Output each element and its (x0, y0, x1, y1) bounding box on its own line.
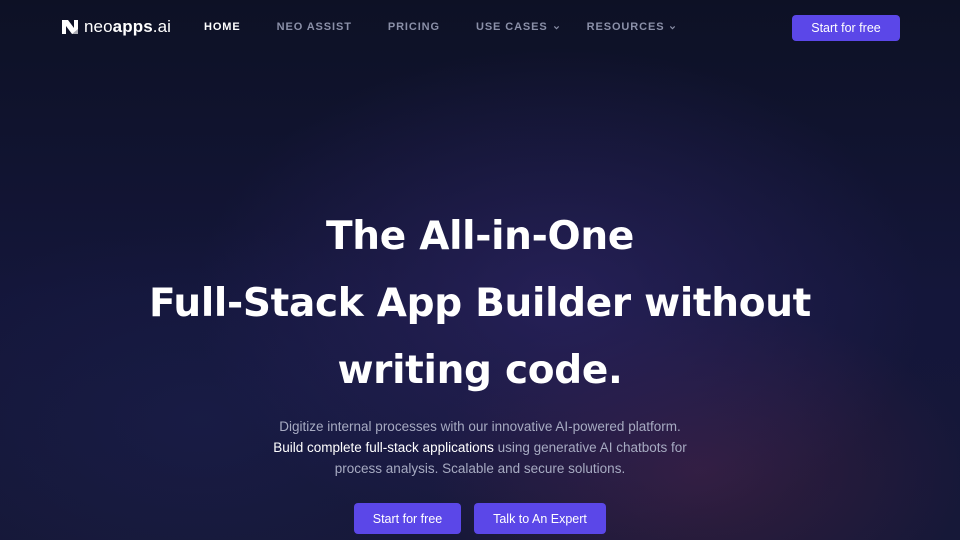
chevron-down-icon (553, 25, 559, 29)
hero-subtitle-line-3: process analysis. Scalable and secure so… (334, 461, 626, 476)
start-for-free-button[interactable]: Start for free (354, 503, 461, 534)
nav-resources[interactable]: RESOURCES (587, 21, 677, 33)
nav-use-cases[interactable]: USE CASES (476, 21, 560, 33)
nav-home-label: HOME (204, 21, 241, 33)
hero-title: The All-in-One Full-Stack App Builder wi… (0, 203, 960, 404)
nav-pricing-label: PRICING (387, 21, 440, 33)
logo-text-light: neo (84, 17, 113, 36)
nav-neo-assist-label: NEO ASSIST (276, 21, 352, 33)
logo-link[interactable]: neoapps.ai (60, 16, 171, 38)
hero-title-line-2: Full-Stack App Builder without (148, 281, 812, 326)
logo-text-suffix: .ai (152, 17, 172, 36)
hero-buttons: Start for free Talk to An Expert (0, 503, 960, 534)
hero-subtitle-line-1: Digitize internal processes with our inn… (279, 419, 681, 434)
hero-subtitle-highlight: Build complete full-stack applications (273, 440, 494, 455)
hero-title-line-3: writing code. (337, 348, 623, 393)
hero-title-line-1: The All-in-One (326, 214, 634, 259)
hero-subtitle: Digitize internal processes with our inn… (0, 416, 960, 479)
logo-wordmark: neoapps.ai (84, 17, 171, 37)
logo-text-bold: apps (112, 17, 153, 36)
neoapps-logo-icon (62, 20, 78, 34)
hero-subtitle-line-2-rest: using generative AI chatbots for (493, 440, 687, 455)
start-for-free-nav-button[interactable]: Start for free (792, 15, 900, 41)
chevron-down-icon (670, 25, 676, 29)
main-menu: HOME NEO ASSIST PRICING USE CASES RESOUR… (204, 0, 676, 54)
nav-pricing[interactable]: PRICING (388, 21, 440, 33)
nav-resources-label: RESOURCES (586, 21, 665, 33)
talk-to-expert-button[interactable]: Talk to An Expert (474, 503, 606, 534)
nav-home[interactable]: HOME (204, 21, 241, 33)
hero-subtitle-line-2: Build complete full-stack applications u… (0, 437, 960, 458)
top-navigation: neoapps.ai HOME NEO ASSIST PRICING USE C… (0, 0, 960, 54)
nav-use-cases-label: USE CASES (475, 21, 548, 33)
nav-neo-assist[interactable]: NEO ASSIST (277, 21, 352, 33)
